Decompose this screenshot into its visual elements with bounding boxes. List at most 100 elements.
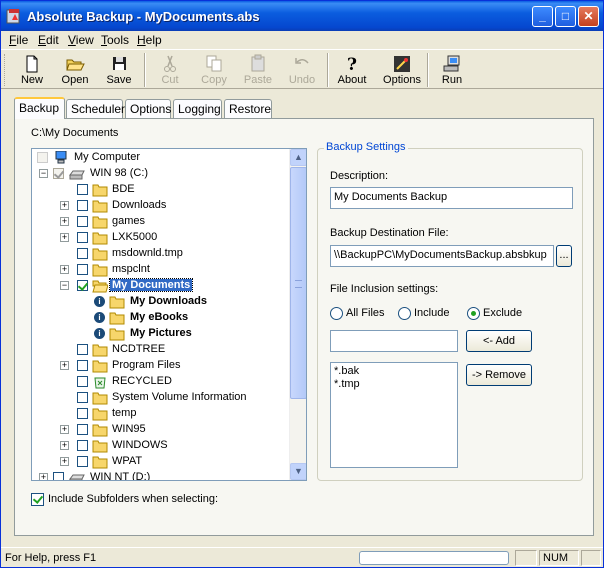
expand-toggle[interactable]: +: [60, 217, 69, 226]
menu-tools[interactable]: Tools: [101, 33, 129, 47]
run-button[interactable]: Run: [430, 52, 474, 88]
expand-toggle[interactable]: +: [60, 361, 69, 370]
folder-icon: [92, 424, 108, 437]
pattern-input[interactable]: [330, 330, 458, 352]
include-subfolders-checkbox[interactable]: [31, 493, 44, 506]
tree-checkbox[interactable]: [53, 168, 64, 179]
tree-item-drive-c[interactable]: − WIN 98 (C:): [32, 166, 290, 182]
paste-button[interactable]: Paste: [236, 52, 280, 88]
expand-toggle[interactable]: +: [60, 265, 69, 274]
hard-drive-icon: [69, 474, 85, 480]
tree-item[interactable]: + Program Files: [32, 358, 290, 374]
list-item[interactable]: *.bak: [334, 365, 454, 378]
tree-checkbox[interactable]: [77, 424, 88, 435]
description-field[interactable]: My Documents Backup: [330, 187, 573, 209]
scroll-thumb[interactable]: [290, 167, 306, 399]
tree-item-my-documents[interactable]: − My Documents: [32, 278, 290, 294]
tree-item[interactable]: i My eBooks: [32, 310, 290, 326]
tree-item[interactable]: i My Pictures: [32, 326, 290, 342]
tree-item[interactable]: + WINDOWS: [32, 438, 290, 454]
size-grip[interactable]: [581, 550, 601, 566]
browse-button[interactable]: ...: [556, 245, 572, 267]
scroll-up-button[interactable]: ▲: [290, 149, 306, 166]
tree-checkbox[interactable]: [53, 472, 64, 480]
menu-view[interactable]: View: [68, 33, 94, 47]
tree-item[interactable]: msdownld.tmp: [32, 246, 290, 262]
tree-item[interactable]: BDE: [32, 182, 290, 198]
expand-toggle[interactable]: +: [60, 425, 69, 434]
tree-scrollbar[interactable]: ▲ ▼: [289, 149, 306, 480]
expand-toggle[interactable]: +: [60, 201, 69, 210]
about-button[interactable]: ? About: [330, 52, 374, 88]
tree-item[interactable]: System Volume Information: [32, 390, 290, 406]
menu-edit[interactable]: Edit: [38, 33, 59, 47]
tree-checkbox[interactable]: [77, 440, 88, 451]
cut-button[interactable]: Cut: [148, 52, 192, 88]
tab-restore[interactable]: Restore: [224, 99, 272, 118]
folder-icon: [92, 184, 108, 197]
radio-include[interactable]: [398, 307, 411, 320]
tree-checkbox[interactable]: [77, 376, 88, 387]
copy-button[interactable]: Copy: [192, 52, 236, 88]
open-button[interactable]: Open: [53, 52, 97, 88]
pattern-list[interactable]: *.bak *.tmp: [330, 362, 458, 468]
tree-item[interactable]: + Downloads: [32, 198, 290, 214]
tree-item[interactable]: + games: [32, 214, 290, 230]
menu-help[interactable]: Help: [137, 33, 162, 47]
collapse-toggle[interactable]: −: [60, 281, 69, 290]
list-item[interactable]: *.tmp: [334, 378, 454, 391]
tree-item[interactable]: NCDTREE: [32, 342, 290, 358]
tree-checkbox[interactable]: [77, 248, 88, 259]
title-bar[interactable]: Absolute Backup - MyDocuments.abs _ □ ✕: [1, 1, 603, 31]
destination-field[interactable]: \\BackupPC\MyDocumentsBackup.absbkup: [330, 245, 554, 267]
tree-item[interactable]: + WIN95: [32, 422, 290, 438]
folder-icon: [92, 248, 108, 261]
expand-toggle[interactable]: +: [60, 233, 69, 242]
expand-toggle[interactable]: +: [60, 457, 69, 466]
tree-item[interactable]: + mspclnt: [32, 262, 290, 278]
tree-checkbox[interactable]: [77, 408, 88, 419]
tree-label: NCDTREE: [112, 343, 166, 355]
tree-item[interactable]: temp: [32, 406, 290, 422]
tree-checkbox[interactable]: [77, 200, 88, 211]
tree-checkbox[interactable]: [77, 456, 88, 467]
tree-checkbox[interactable]: [77, 360, 88, 371]
minimize-button[interactable]: _: [532, 6, 553, 27]
undo-button[interactable]: Undo: [280, 52, 324, 88]
expand-toggle[interactable]: +: [39, 473, 48, 480]
folder-tree[interactable]: My Computer − WIN 98 (C:) BDE + Download…: [31, 148, 307, 481]
radio-all-files[interactable]: [330, 307, 343, 320]
tree-checkbox[interactable]: [77, 232, 88, 243]
options-icon: [394, 56, 410, 72]
tree-item[interactable]: RECYCLED: [32, 374, 290, 390]
tab-options[interactable]: Options: [125, 99, 171, 118]
scroll-down-button[interactable]: ▼: [290, 463, 306, 480]
tab-backup[interactable]: Backup: [14, 97, 65, 119]
collapse-toggle[interactable]: −: [39, 169, 48, 178]
maximize-button[interactable]: □: [555, 6, 576, 27]
close-button[interactable]: ✕: [578, 6, 599, 27]
tree-item[interactable]: i My Downloads: [32, 294, 290, 310]
tree-item-drive-d[interactable]: + WIN NT (D:): [32, 470, 290, 480]
remove-pattern-button[interactable]: -> Remove: [466, 364, 532, 386]
tree-item-my-computer[interactable]: My Computer: [32, 150, 290, 166]
tree-checkbox[interactable]: [77, 344, 88, 355]
tab-logging[interactable]: Logging: [173, 99, 222, 118]
tree-checkbox[interactable]: [77, 392, 88, 403]
add-pattern-button[interactable]: <- Add: [466, 330, 532, 352]
new-button[interactable]: New: [10, 52, 54, 88]
tree-item[interactable]: + LXK5000: [32, 230, 290, 246]
tree-checkbox[interactable]: [77, 184, 88, 195]
save-button[interactable]: Save: [97, 52, 141, 88]
tree-checkbox[interactable]: [77, 264, 88, 275]
radio-exclude[interactable]: [467, 307, 480, 320]
toolbar-grip[interactable]: [4, 54, 7, 86]
tree-checkbox[interactable]: [77, 280, 88, 291]
tree-checkbox[interactable]: [77, 216, 88, 227]
expand-toggle[interactable]: +: [60, 441, 69, 450]
menu-file[interactable]: File: [9, 33, 28, 47]
options-button[interactable]: Options: [380, 52, 424, 88]
tree-item[interactable]: + WPAT: [32, 454, 290, 470]
tree-checkbox[interactable]: [37, 152, 48, 163]
tab-scheduler[interactable]: Scheduler: [66, 99, 125, 118]
